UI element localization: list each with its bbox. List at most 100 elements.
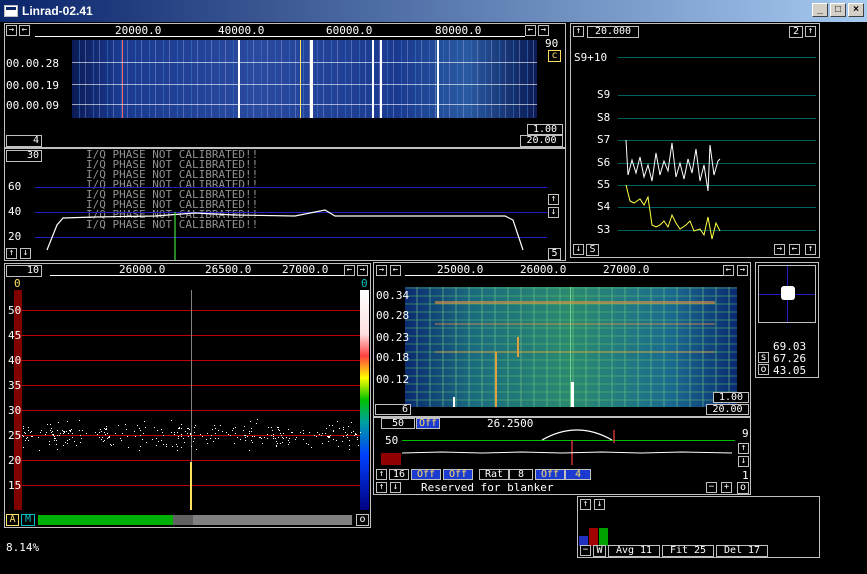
bp-avg[interactable]: Avg 11 xyxy=(608,545,660,557)
afc-arrow-up2-icon[interactable]: ↑ xyxy=(376,469,387,480)
noise-dot xyxy=(139,449,141,451)
wf-gain1[interactable]: 1.00 xyxy=(527,124,563,135)
noise-dot xyxy=(266,438,268,440)
smeter-arrow-up2-icon[interactable]: ↑ xyxy=(805,26,816,37)
afc-arrow-down2-icon[interactable]: ↓ xyxy=(390,482,401,493)
nwf-gain1[interactable]: 1.00 xyxy=(713,392,749,403)
nwf-signal-line xyxy=(571,382,574,407)
afc-row2-off-a[interactable]: Off xyxy=(411,469,441,480)
nwf-left-number[interactable]: 6 xyxy=(375,404,411,415)
spec-arrow-down-icon[interactable]: ↓ xyxy=(548,207,559,218)
noise-dot xyxy=(113,443,115,445)
smeter-arrow-down-icon[interactable]: ↓ xyxy=(573,244,584,255)
noise-dot xyxy=(211,434,213,436)
bb-left-number[interactable]: 10 xyxy=(6,265,42,277)
noise-dot xyxy=(188,428,190,430)
smeter-top-right-number[interactable]: 2 xyxy=(789,26,803,38)
noise-dot xyxy=(65,442,66,444)
nwf-signal-line xyxy=(453,397,455,407)
afc-rat-label[interactable]: Rat xyxy=(479,469,509,480)
noise-dot xyxy=(288,441,290,443)
smeter-grid-line xyxy=(618,57,816,58)
smeter-s-button[interactable]: S xyxy=(586,244,599,256)
afc-o-button[interactable]: o xyxy=(737,482,749,494)
const-s-label[interactable]: s xyxy=(758,352,769,363)
wf-arrow-right2-icon[interactable]: → xyxy=(538,25,549,36)
bb-y-label: 45 xyxy=(8,329,22,342)
afc-filter-trace[interactable] xyxy=(402,425,737,470)
smeter-arrow-up-icon[interactable]: ↑ xyxy=(573,26,584,37)
bp-fit[interactable]: Fit 25 xyxy=(662,545,714,557)
smeter-arrow-left-icon[interactable]: ← xyxy=(789,244,800,255)
bb-arrow-left-icon[interactable]: ← xyxy=(344,265,355,276)
afc-arrow-down-icon[interactable]: ↓ xyxy=(738,456,749,467)
afc-row2-off-b[interactable]: Off xyxy=(443,469,473,480)
wf-carrier-line xyxy=(310,40,313,118)
noise-dot xyxy=(260,437,262,439)
wf-arrow-left2-icon[interactable]: ← xyxy=(525,25,536,36)
afc-arrow-up3-icon[interactable]: ↑ xyxy=(376,482,387,493)
bp-minus-icon[interactable]: − xyxy=(580,545,591,556)
bb-y-label: 50 xyxy=(8,304,22,317)
noise-dot xyxy=(128,446,130,448)
narrow-waterfall-image[interactable] xyxy=(405,287,737,407)
minimize-button[interactable]: _ xyxy=(812,3,828,17)
bb-o-button[interactable]: o xyxy=(356,514,369,526)
wf-left-number[interactable]: 4 xyxy=(6,135,42,147)
bp-del[interactable]: Del 17 xyxy=(716,545,768,557)
wf-arrow-right-icon[interactable]: → xyxy=(6,25,17,36)
spec-bottom-number[interactable]: 5 xyxy=(548,248,561,260)
smeter-top-value[interactable]: 20.000 xyxy=(587,26,639,38)
afc-rat-value[interactable]: 8 xyxy=(509,469,533,480)
nwf-gain2[interactable]: 20.00 xyxy=(706,404,749,415)
spec-arrow-up2-icon[interactable]: ↑ xyxy=(6,248,17,259)
noise-dot xyxy=(68,433,70,434)
bb-m-button[interactable]: M xyxy=(21,514,35,526)
nwf-arrow-left-icon[interactable]: ← xyxy=(390,265,401,276)
bb-a-button[interactable]: A xyxy=(6,514,19,526)
noise-dot xyxy=(100,438,102,440)
maximize-button[interactable]: □ xyxy=(830,3,846,17)
wf-gain2[interactable]: 20.00 xyxy=(520,135,563,147)
spec-arrow-down2-icon[interactable]: ↓ xyxy=(20,248,31,259)
nwf-arrow-right-icon[interactable]: → xyxy=(376,265,387,276)
noise-dot xyxy=(56,439,58,441)
spec-arrow-up-icon[interactable]: ↑ xyxy=(548,194,559,205)
noise-dot xyxy=(280,442,281,444)
bb-arrow-right-icon[interactable]: → xyxy=(357,265,368,276)
wide-spectrum-trace[interactable] xyxy=(35,150,555,260)
bp-arrow-up-icon[interactable]: ↑ xyxy=(580,499,591,510)
noise-dot xyxy=(70,429,72,431)
smeter-arrow-up3-icon[interactable]: ↑ xyxy=(805,244,816,255)
close-button[interactable]: × xyxy=(848,3,864,17)
noise-dot xyxy=(104,431,105,433)
nwf-band xyxy=(435,301,715,304)
wf-arrow-left-icon[interactable]: ← xyxy=(19,25,30,36)
noise-dot xyxy=(176,450,178,452)
noise-dot xyxy=(205,438,207,440)
afc-minus-icon[interactable]: − xyxy=(706,482,717,493)
noise-dot xyxy=(349,448,351,450)
smeter-arrow-right-icon[interactable]: → xyxy=(774,244,785,255)
afc-row2-number[interactable]: 16 xyxy=(389,469,409,480)
afc-row2-value-d[interactable]: 4 xyxy=(565,469,591,480)
afc-plus-icon[interactable]: + xyxy=(721,482,732,493)
wide-waterfall-image[interactable] xyxy=(72,40,537,118)
const-o-label[interactable]: o xyxy=(758,364,769,375)
wf-c-button[interactable]: c xyxy=(548,50,561,62)
window-titlebar[interactable]: Linrad-02.41 _ □ × xyxy=(0,0,867,22)
bp-arrow-down-icon[interactable]: ↓ xyxy=(594,499,605,510)
noise-dot xyxy=(331,424,333,426)
nwf-arrow-right2-icon[interactable]: → xyxy=(737,265,748,276)
noise-dot xyxy=(62,445,64,447)
smeter-trace[interactable] xyxy=(620,135,730,245)
afc-arrow-up-icon[interactable]: ↑ xyxy=(738,443,749,454)
afc-row2-off-c[interactable]: Off xyxy=(535,469,565,480)
wf-carrier-line xyxy=(300,40,301,118)
constellation-plot[interactable] xyxy=(758,265,816,323)
bp-w-button[interactable]: W xyxy=(593,545,606,557)
noise-dot xyxy=(288,444,290,446)
nwf-signal-line xyxy=(495,352,497,407)
nwf-arrow-left2-icon[interactable]: ← xyxy=(723,265,734,276)
bb-corner-right: 0 xyxy=(361,277,368,290)
